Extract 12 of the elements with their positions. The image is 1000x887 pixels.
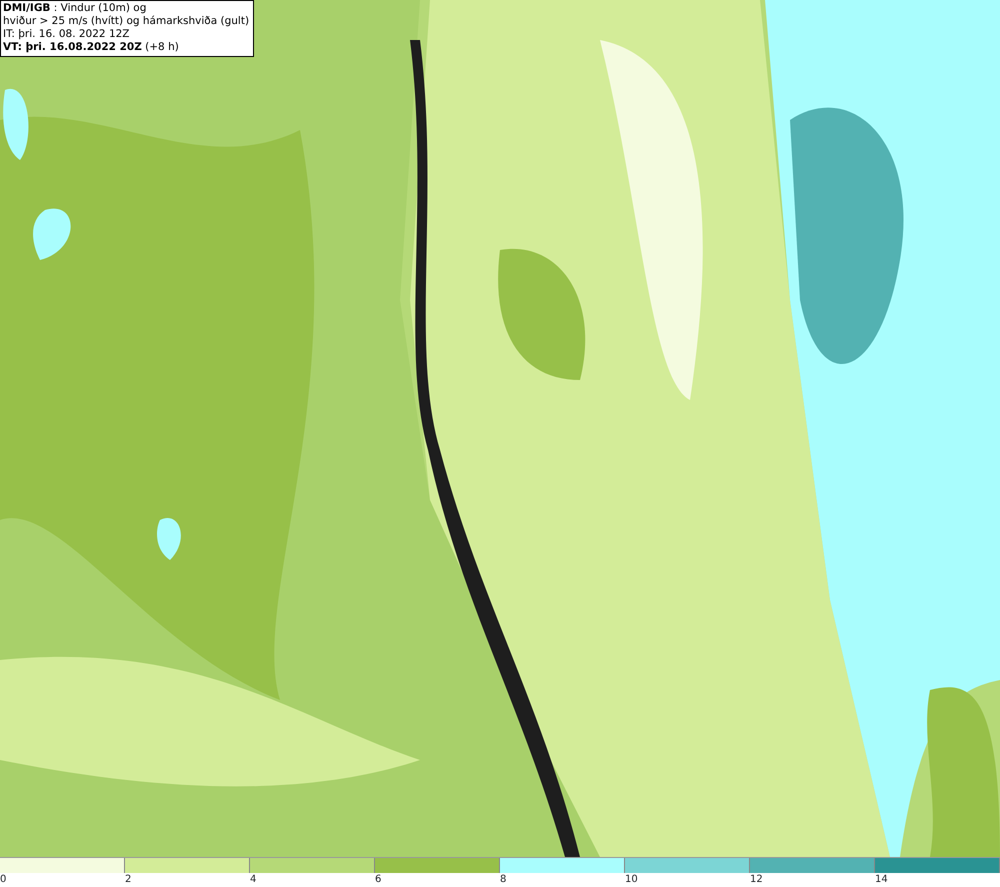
scale-tick-label: 14 [875, 873, 888, 887]
title-line: VT: þri. 16.08.2022 20Z (+8 h) [3, 41, 179, 54]
title-line: IT: þri. 16. 08. 2022 12Z [3, 28, 130, 41]
scale-tick-label: 4 [250, 873, 256, 887]
scale-tick-label: 8 [500, 873, 506, 887]
scale-tick-label: 10 [625, 873, 638, 887]
title-line: DMI/IGB : Vindur (10m) og [3, 2, 146, 15]
title-line: hviður > 25 m/s (hvítt) og hámarkshviða (gult) [3, 15, 250, 28]
scale-tick-label: 0 [0, 873, 6, 887]
scale-tick-label: 12 [750, 873, 763, 887]
scale-tick-label: 2 [125, 873, 132, 887]
scale-tick-label: 6 [375, 873, 382, 887]
